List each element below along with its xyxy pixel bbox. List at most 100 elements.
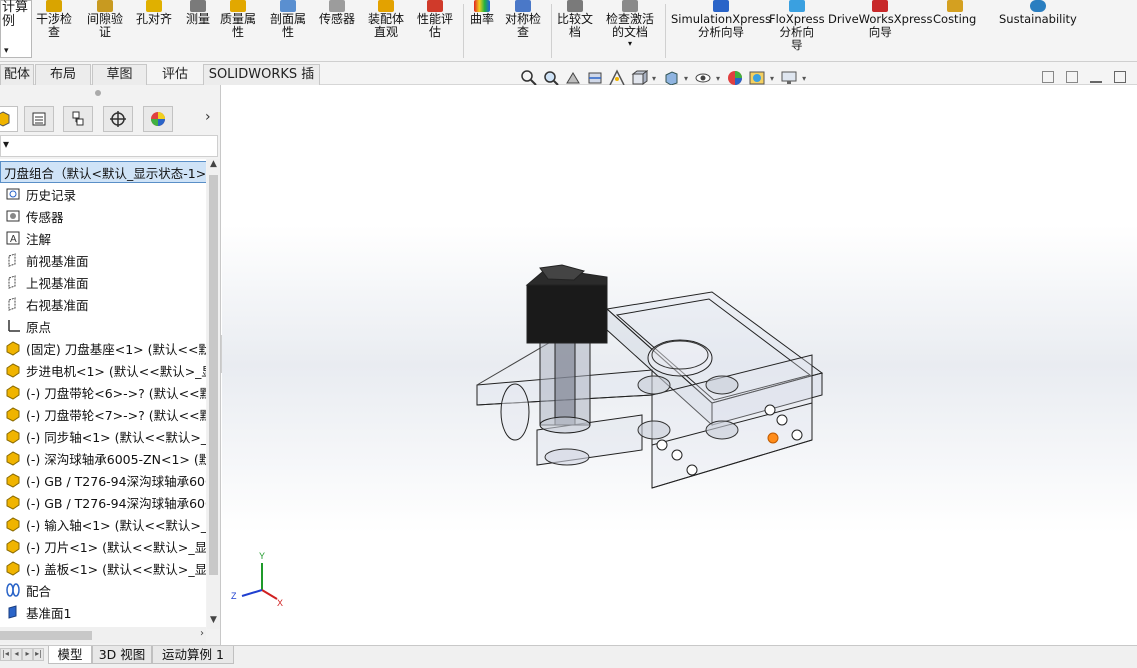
tree-item-label: 前视基准面 — [26, 253, 89, 269]
tree-item[interactable]: (-) 刀片<1> (默认<<默认>_显示状态 — [4, 535, 206, 557]
chevron-down-icon[interactable]: ▾ — [684, 74, 688, 83]
minimize-icon[interactable] — [1090, 71, 1102, 83]
chevron-down-icon[interactable]: ▾ — [4, 44, 9, 58]
tree-item-label: (-) 输入轴<1> (默认<<默认>_显示状态 — [26, 517, 206, 533]
chevron-down-icon[interactable]: ▾ — [652, 74, 656, 83]
tree-item[interactable]: 传感器 — [4, 205, 64, 227]
tree-item[interactable]: 前视基准面 — [4, 249, 89, 271]
hole-alignment-button[interactable]: 孔对齐 — [136, 0, 172, 60]
sensor-icon — [329, 0, 345, 12]
sustainability-button[interactable]: Sustainability — [999, 0, 1077, 60]
tree-item[interactable]: 上视基准面 — [4, 271, 89, 293]
sustainability-icon — [1029, 0, 1046, 12]
filter-icon[interactable]: ▾ — [3, 137, 9, 151]
tree-item-label: (-) 同步轴<1> (默认<<默认>_显示状态 — [26, 429, 206, 445]
property-manager-tab[interactable] — [24, 106, 54, 132]
calculator-button[interactable]: 计算 例 ▾ — [0, 0, 32, 58]
costing-icon — [946, 0, 963, 12]
display-manager-tab[interactable] — [143, 106, 173, 132]
graphics-area[interactable]: Y X Z — [222, 85, 1137, 645]
part-icon — [4, 361, 22, 379]
chevron-down-icon[interactable]: ▾ — [802, 74, 806, 83]
feature-manager-tab[interactable] — [0, 106, 18, 132]
section-properties-button[interactable]: 剖面属 性 — [270, 0, 306, 60]
tree-item[interactable]: (-) 盖板<1> (默认<<默认>_显示状态 — [4, 557, 206, 579]
driveworksxpress-button[interactable]: DriveWorksXpress 向导 — [828, 0, 932, 60]
assembly-visual-icon — [378, 0, 394, 12]
mass-properties-button[interactable]: 质量属 性 — [220, 0, 256, 60]
measure-button[interactable]: 测量 — [186, 0, 210, 60]
tab-motion-study[interactable]: 运动算例 1 — [152, 646, 234, 664]
tile-right-icon[interactable] — [1066, 71, 1078, 83]
symmetry-icon — [515, 0, 531, 12]
tile-left-icon[interactable] — [1042, 71, 1054, 83]
scrollbar-thumb[interactable] — [209, 175, 218, 575]
part-icon — [4, 537, 22, 555]
tab-3d-view[interactable]: 3D 视图 — [92, 646, 152, 664]
tab-model[interactable]: 模型 — [48, 646, 92, 664]
previous-tab-icon[interactable]: ◂ — [11, 648, 22, 661]
clearance-verify-button[interactable]: 间隙验 证 — [87, 0, 123, 60]
tree-item-label: (固定) 刀盘基座<1> (默认<<默认>_显示 — [26, 341, 206, 357]
scroll-right-icon[interactable]: › — [200, 628, 204, 639]
tab-assembly[interactable]: 配体 — [0, 64, 34, 85]
tree-item[interactable]: 右视基准面 — [4, 293, 89, 315]
tree-filter[interactable]: ▾ — [0, 135, 218, 157]
tree-item[interactable]: 步进电机<1> (默认<<默认>_显示状态 — [4, 359, 206, 381]
tree-root-assembly[interactable]: 刀盘组合（默认<默认_显示状态-1>) — [0, 161, 206, 183]
tree-item[interactable]: (-) 刀盘带轮<7>->? (默认<<默认>_显示 — [4, 403, 206, 425]
tree-item[interactable]: 历史记录 — [4, 183, 76, 205]
sensor-button[interactable]: 传感器 — [319, 0, 355, 60]
part-icon — [4, 559, 22, 577]
scroll-up-icon[interactable]: ▲ — [208, 159, 219, 171]
last-tab-icon[interactable]: ▸| — [33, 648, 44, 661]
tree-item[interactable]: (-) 刀盘带轮<6>->? (默认<<默认>_显示 — [4, 381, 206, 403]
check-active-document-button[interactable]: 检查激活 的文档 ▾ — [606, 0, 654, 60]
tree-item[interactable]: (-) 同步轴<1> (默认<<默认>_显示状态 — [4, 425, 206, 447]
tree-horizontal-scrollbar[interactable]: › — [0, 627, 206, 643]
first-tab-icon[interactable]: |◂ — [0, 648, 11, 661]
interference-check-button[interactable]: 干涉检 查 — [36, 0, 72, 60]
tree-item-label: 历史记录 — [26, 187, 77, 203]
tree-item[interactable]: (固定) 刀盘基座<1> (默认<<默认>_显示 — [4, 337, 206, 359]
tree-vertical-scrollbar[interactable]: ▲ ▼ — [207, 159, 220, 629]
next-tab-icon[interactable]: ▸ — [22, 648, 33, 661]
feature-manager-panel: › ▾ 刀盘组合（默认<默认_显示状态-1>) 历史记录传感器 A 注解前视基准面上… — [0, 85, 221, 645]
scroll-down-icon[interactable]: ▼ — [208, 615, 219, 627]
dimxpert-manager-tab[interactable] — [103, 106, 133, 132]
tab-layout[interactable]: 布局 — [35, 64, 91, 85]
tree-item[interactable]: (-) 输入轴<1> (默认<<默认>_显示状态 — [4, 513, 206, 535]
simulationxpress-button[interactable]: SimulationXpress 分析向导 — [671, 0, 771, 60]
tab-sketch[interactable]: 草图 — [92, 64, 147, 85]
configuration-manager-tab[interactable] — [63, 106, 93, 132]
compare-icon — [567, 0, 583, 12]
panel-grip[interactable] — [95, 90, 101, 96]
button-label: 质量属 性 — [220, 12, 257, 39]
compare-documents-button[interactable]: 比较文 档 — [557, 0, 593, 60]
chevron-down-icon[interactable]: ▾ — [770, 74, 774, 83]
axis-z-label: Z — [231, 591, 237, 601]
assembly-visualization-button[interactable]: 装配体 直观 — [368, 0, 404, 60]
tree-item[interactable]: 配合 — [4, 579, 51, 601]
curvature-button[interactable]: 曲率 — [470, 0, 494, 60]
tab-evaluate[interactable]: 评估 — [148, 64, 202, 85]
tree-item[interactable]: 基准面1 — [4, 601, 71, 623]
scrollbar-thumb[interactable] — [0, 631, 92, 640]
symmetry-check-button[interactable]: 对称检 查 — [505, 0, 541, 60]
tree-item[interactable]: (-) GB / T276-94深沟球轴承6008 — [4, 469, 206, 491]
ribbon-separator — [665, 4, 666, 58]
chevron-down-icon[interactable]: ▾ — [628, 39, 632, 49]
costing-button[interactable]: Costing — [933, 0, 976, 60]
assembly-3d-model[interactable]: Y X Z — [222, 85, 1137, 645]
tree-item[interactable]: 原点 — [4, 315, 51, 337]
chevron-down-icon[interactable]: ▾ — [716, 74, 720, 83]
chevron-right-icon[interactable]: › — [205, 109, 211, 125]
performance-evaluation-button[interactable]: 性能评 估 — [417, 0, 453, 60]
restore-icon[interactable] — [1114, 71, 1126, 83]
tab-solidworks-addins[interactable]: SOLIDWORKS 插件 — [203, 64, 320, 101]
tree-item[interactable]: A 注解 — [4, 227, 51, 249]
tree-item[interactable]: (-) GB / T276-94深沟球轴承6008 — [4, 491, 206, 513]
tree-item[interactable]: (-) 深沟球轴承6005-ZN<1> (默认<<默 — [4, 447, 206, 469]
part-icon — [4, 471, 22, 489]
floxpress-button[interactable]: FloXpress 分析向 导 — [769, 0, 825, 60]
